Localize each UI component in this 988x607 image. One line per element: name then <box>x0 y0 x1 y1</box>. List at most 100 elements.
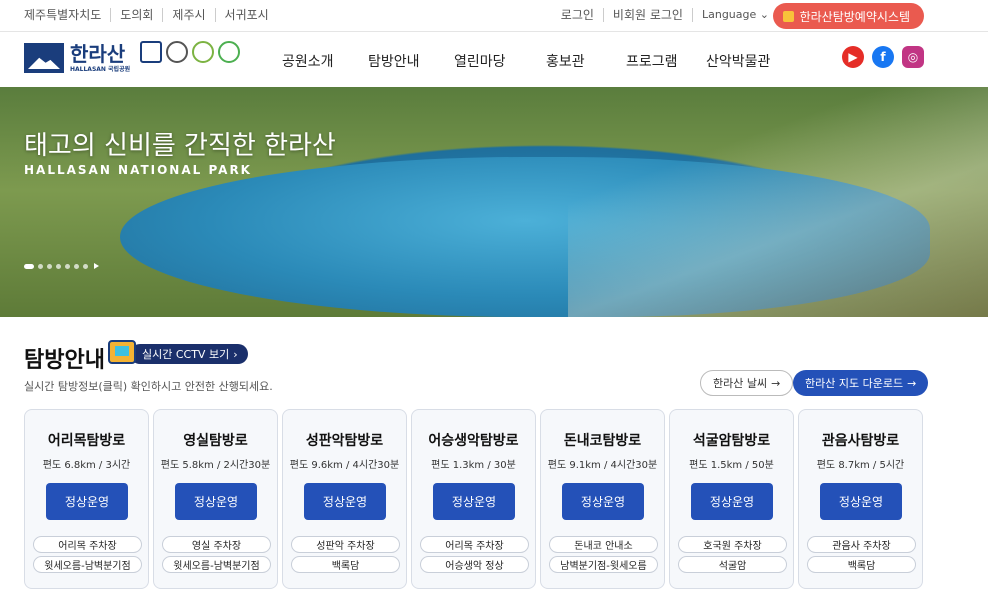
trail-stop: 영실 주차장 <box>162 536 271 553</box>
trail-stop: 백록담 <box>291 556 400 573</box>
play-icon[interactable] <box>94 263 99 269</box>
trail-info: 편도 9.1km / 4시간30분 <box>547 460 658 471</box>
section-title: 탐방안내 <box>24 348 105 373</box>
slide-dot[interactable] <box>83 263 88 269</box>
social-links: ▶ f ◎ <box>842 46 924 68</box>
trail-name: 어승생악탐방로 <box>428 433 519 449</box>
slide-dot[interactable] <box>65 263 70 269</box>
trail-info: 편도 6.8km / 3시간 <box>42 460 131 471</box>
trail-stop: 어승생악 정상 <box>420 556 529 573</box>
trail-cards: 어리목탐방로 편도 6.8km / 3시간 정상운영 어리목 주차장 윗세오름-… <box>24 409 923 589</box>
slide-dot[interactable] <box>74 263 79 269</box>
unesco-icon <box>140 41 162 63</box>
trail-card[interactable]: 어승생악탐방로 편도 1.3km / 30분 정상운영 어리목 주차장 어승생악… <box>411 409 536 589</box>
hallasan-logo[interactable]: 한라산 HALLASAN 국립공원 <box>24 43 130 73</box>
main-header: 한라산 HALLASAN 국립공원 공원소개 탐방안내 열린마당 홍보관 프로그… <box>0 33 988 87</box>
chevron-down-icon: ⌄ <box>759 8 769 21</box>
hero-banner: 태고의 신비를 간직한 한라산 HALLASAN NATIONAL PARK <box>0 87 988 317</box>
trail-status-button[interactable]: 정상운영 <box>304 483 386 520</box>
login-link[interactable]: 로그인 <box>552 8 603 22</box>
slide-dot[interactable] <box>47 263 52 269</box>
ridge-image <box>568 87 988 317</box>
trail-stop: 석굴암 <box>678 556 787 573</box>
slide-dot[interactable] <box>56 263 61 269</box>
certification-badges <box>140 41 240 63</box>
slide-dot[interactable] <box>38 263 43 269</box>
auth-links: 로그인 비회원 로그인 Language ⌄ <box>552 8 778 22</box>
youtube-icon[interactable]: ▶ <box>842 46 864 68</box>
weather-button[interactable]: 한라산 날씨 → <box>700 370 794 396</box>
trail-stop: 돈내코 안내소 <box>549 536 658 553</box>
geopark-icon <box>192 41 214 63</box>
hero-title: 태고의 신비를 간직한 한라산 <box>24 131 336 161</box>
main-nav: 공원소개 탐방안내 열린마당 홍보관 프로그램 산악박물관 <box>282 51 786 71</box>
trail-status-button[interactable]: 정상운영 <box>820 483 902 520</box>
util-link-seogwipo[interactable]: 서귀포시 <box>214 8 278 22</box>
map-download-button[interactable]: 한라산 지도 다운로드 → <box>793 370 929 396</box>
trail-info: 편도 1.3km / 30분 <box>431 460 516 471</box>
nav-park-intro[interactable]: 공원소개 <box>282 51 368 71</box>
nav-mountain-museum[interactable]: 산악박물관 <box>706 51 786 71</box>
language-label: Language <box>701 8 757 21</box>
chevron-right-icon: › <box>233 347 238 361</box>
slide-dot[interactable] <box>24 263 34 269</box>
trail-name: 관음사탐방로 <box>821 433 900 449</box>
instagram-icon[interactable]: ◎ <box>902 46 924 68</box>
util-link-jeju-province[interactable]: 제주특별자치도 <box>24 8 110 22</box>
trail-name: 성판악탐방로 <box>305 433 384 449</box>
trail-card[interactable]: 성판악탐방로 편도 9.6km / 4시간30분 정상운영 성판악 주차장 백록… <box>282 409 407 589</box>
util-links: 제주특별자치도 도의회 제주시 서귀포시 <box>24 8 278 22</box>
trail-stop: 호국원 주차장 <box>678 536 787 553</box>
trail-stop: 남벽분기점-윗세오름 <box>549 556 658 573</box>
trail-status-button[interactable]: 정상운영 <box>46 483 128 520</box>
weather-label: 한라산 날씨 <box>713 377 768 390</box>
trail-status-button[interactable]: 정상운영 <box>562 483 644 520</box>
reservation-label: 한라산탐방예약시스템 <box>799 9 910 24</box>
trail-name: 석굴암탐방로 <box>692 433 771 449</box>
guest-login-link[interactable]: 비회원 로그인 <box>602 8 692 22</box>
trail-name: 영실탐방로 <box>183 433 248 449</box>
cctv-label: 실시간 CCTV 보기 <box>142 348 230 361</box>
trail-name: 돈내코탐방로 <box>563 433 642 449</box>
tv-icon[interactable] <box>108 340 136 364</box>
trail-status-button[interactable]: 정상운영 <box>691 483 773 520</box>
trail-card[interactable]: 관음사탐방로 편도 8.7km / 5시간 정상운영 관음사 주차장 백록담 <box>798 409 923 589</box>
calendar-icon <box>782 10 794 22</box>
utility-bar: 제주특별자치도 도의회 제주시 서귀포시 로그인 비회원 로그인 Languag… <box>0 0 988 32</box>
trail-stop: 백록담 <box>807 556 916 573</box>
arrow-right-icon: → <box>907 376 917 390</box>
util-link-jeju-city[interactable]: 제주시 <box>162 8 214 22</box>
nav-open-forum[interactable]: 열린마당 <box>454 51 546 71</box>
trail-card[interactable]: 어리목탐방로 편도 6.8km / 3시간 정상운영 어리목 주차장 윗세오름-… <box>24 409 149 589</box>
biosphere-icon <box>218 41 240 63</box>
nav-trail-guide[interactable]: 탐방안내 <box>368 51 454 71</box>
trail-info: 편도 8.7km / 5시간 <box>816 460 905 471</box>
logo-kr-text: 한라산 <box>70 41 126 66</box>
facebook-icon[interactable]: f <box>872 46 894 68</box>
map-download-label: 한라산 지도 다운로드 <box>805 377 904 390</box>
util-link-council[interactable]: 도의회 <box>110 8 162 22</box>
mountain-logo-icon <box>24 43 64 73</box>
language-select[interactable]: Language ⌄ <box>691 8 778 22</box>
trail-stop: 성판악 주차장 <box>291 536 400 553</box>
trail-status-button[interactable]: 정상운영 <box>175 483 257 520</box>
trail-stop: 관음사 주차장 <box>807 536 916 553</box>
trail-card[interactable]: 영실탐방로 편도 5.8km / 2시간30분 정상운영 영실 주차장 윗세오름… <box>153 409 278 589</box>
trail-card[interactable]: 석굴암탐방로 편도 1.5km / 50분 정상운영 호국원 주차장 석굴암 <box>669 409 794 589</box>
arrow-right-icon: → <box>771 376 781 390</box>
trail-stop: 윗세오름-남벽분기점 <box>162 556 271 573</box>
trail-info: 편도 9.6km / 4시간30분 <box>289 460 400 471</box>
logo-en-text: HALLASAN 국립공원 <box>70 65 131 73</box>
trail-status-button[interactable]: 정상운영 <box>433 483 515 520</box>
reservation-system-button[interactable]: 한라산탐방예약시스템 <box>772 3 924 29</box>
trail-info: 편도 5.8km / 2시간30분 <box>160 460 271 471</box>
nav-pr-hall[interactable]: 홍보관 <box>546 51 626 71</box>
section-description: 실시간 탐방정보(클릭) 확인하시고 안전한 산행되세요. <box>24 380 273 393</box>
cctv-button[interactable]: 실시간 CCTV 보기 › <box>130 344 248 364</box>
trail-info: 편도 1.5km / 50분 <box>689 460 774 471</box>
trail-card[interactable]: 돈내코탐방로 편도 9.1km / 4시간30분 정상운영 돈내코 안내소 남벽… <box>540 409 665 589</box>
world-heritage-icon <box>166 41 188 63</box>
nav-program[interactable]: 프로그램 <box>626 51 706 71</box>
slide-indicators <box>24 263 99 269</box>
trail-stop: 어리목 주차장 <box>33 536 142 553</box>
